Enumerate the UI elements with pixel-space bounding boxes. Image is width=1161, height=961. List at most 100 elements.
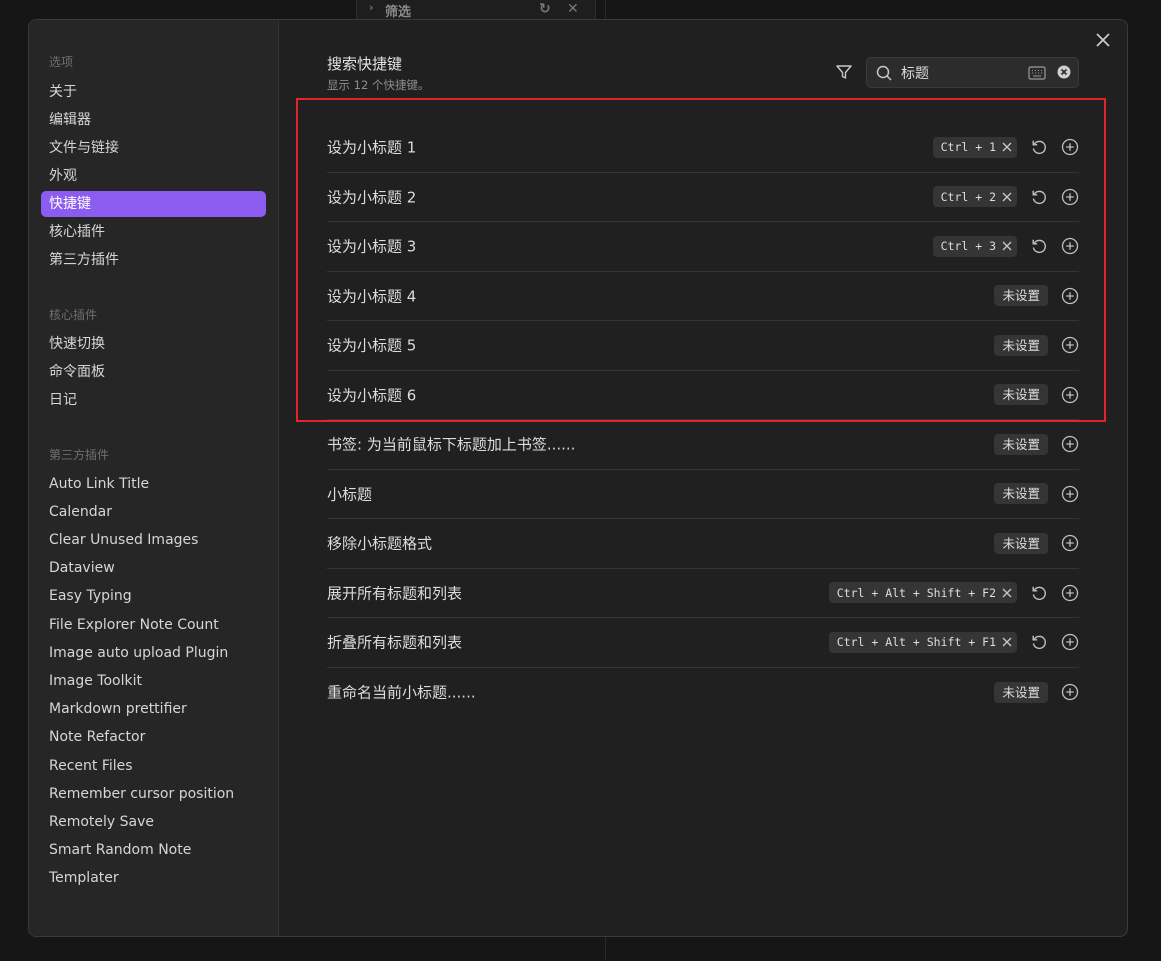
unset-badge: 未设置: [994, 285, 1048, 307]
unset-badge: 未设置: [994, 483, 1048, 505]
clear-search-icon[interactable]: [1057, 65, 1071, 79]
sidebar-item[interactable]: Dataview: [41, 555, 266, 581]
sidebar-item[interactable]: 外观: [41, 163, 266, 189]
add-hotkey-icon[interactable]: [1061, 138, 1079, 156]
reset-icon: ↻: [539, 1, 551, 17]
sidebar-item[interactable]: Recent Files: [41, 753, 266, 779]
sidebar-item[interactable]: Smart Random Note: [41, 837, 266, 863]
remove-hotkey-icon[interactable]: [1001, 141, 1013, 153]
add-hotkey-icon[interactable]: [1061, 386, 1079, 404]
sidebar-item[interactable]: Auto Link Title: [41, 471, 266, 497]
hotkey-badge[interactable]: Ctrl + Alt + Shift + F2: [828, 582, 1017, 604]
sidebar-item[interactable]: 编辑器: [41, 107, 266, 133]
add-hotkey-icon[interactable]: [1061, 336, 1079, 354]
restore-default-icon[interactable]: [1030, 584, 1048, 602]
hotkey-row: 设为小标题 1 Ctrl + 1: [327, 123, 1079, 173]
hotkey-controls: 未设置: [994, 532, 1079, 554]
sidebar-item[interactable]: Clear Unused Images: [41, 527, 266, 553]
sidebar-item[interactable]: Templater: [41, 865, 266, 891]
restore-default-icon[interactable]: [1030, 633, 1048, 651]
sidebar-item[interactable]: 命令面板: [41, 359, 266, 385]
hotkey-controls: Ctrl + Alt + Shift + F1: [828, 631, 1079, 653]
command-label: 设为小标题 2: [327, 188, 417, 207]
hotkey-controls: 未设置: [994, 384, 1079, 406]
hotkey-row: 重命名当前小标题...... 未设置: [327, 668, 1079, 718]
hotkey-controls: 未设置: [994, 483, 1079, 505]
sidebar-item[interactable]: 文件与链接: [41, 135, 266, 161]
sidebar-item[interactable]: Remotely Save: [41, 809, 266, 835]
restore-default-icon[interactable]: [1030, 237, 1048, 255]
restore-default-icon[interactable]: [1030, 188, 1048, 206]
add-hotkey-icon[interactable]: [1061, 287, 1079, 305]
filter-icon[interactable]: [835, 63, 853, 81]
hotkey-row: 小标题 未设置: [327, 470, 1079, 519]
sidebar-item[interactable]: File Explorer Note Count: [41, 612, 266, 638]
hotkey-badge[interactable]: Ctrl + 3: [932, 235, 1017, 257]
command-label: 设为小标题 6: [327, 386, 417, 405]
add-hotkey-icon[interactable]: [1061, 485, 1079, 503]
hotkey-controls: Ctrl + Alt + Shift + F2: [828, 582, 1079, 604]
add-hotkey-icon[interactable]: [1061, 435, 1079, 453]
sidebar-item[interactable]: 快速切换: [41, 331, 266, 357]
hotkey-controls: 未设置: [994, 433, 1079, 455]
sidebar-section-heading: 选项: [49, 55, 74, 69]
settings-sidebar: 选项 关于 编辑器 文件与链接 外观 快捷键 核心插件 第三方插件 核心插件 快速切换 命令面板 日记…: [29, 20, 279, 936]
command-label: 书签: 为当前鼠标下标题加上书签......: [327, 435, 576, 454]
add-hotkey-icon[interactable]: [1061, 584, 1079, 602]
settings-modal: 选项 关于 编辑器 文件与链接 外观 快捷键 核心插件 第三方插件 核心插件 快速切换 命令面板 日记…: [28, 19, 1128, 937]
close-icon: ✕: [567, 1, 579, 17]
sidebar-item[interactable]: Image auto upload Plugin: [41, 640, 266, 666]
search-icon: [876, 65, 892, 81]
sidebar-item[interactable]: 日记: [41, 387, 266, 413]
sidebar-item[interactable]: 核心插件: [41, 219, 266, 245]
remove-hotkey-icon[interactable]: [1001, 636, 1013, 648]
add-hotkey-icon[interactable]: [1061, 188, 1079, 206]
add-hotkey-icon[interactable]: [1061, 683, 1079, 701]
add-hotkey-icon[interactable]: [1061, 534, 1079, 552]
unset-badge: 未设置: [994, 681, 1048, 703]
search-input[interactable]: [901, 62, 1021, 83]
command-label: 折叠所有标题和列表: [327, 633, 463, 652]
remove-hotkey-icon[interactable]: [1001, 240, 1013, 252]
command-label: 设为小标题 5: [327, 336, 417, 355]
hotkey-row: 展开所有标题和列表 Ctrl + Alt + Shift + F2: [327, 569, 1079, 618]
hotkey-text: Ctrl + Alt + Shift + F1: [836, 635, 996, 650]
hotkey-controls: 未设置: [994, 334, 1079, 356]
remove-hotkey-icon[interactable]: [1001, 191, 1013, 203]
command-label: 设为小标题 3: [327, 237, 417, 256]
keyboard-icon[interactable]: [1028, 66, 1046, 80]
sidebar-item[interactable]: Remember cursor position: [41, 781, 266, 807]
command-label: 移除小标题格式: [327, 534, 433, 553]
sidebar-item[interactable]: Image Toolkit: [41, 668, 266, 694]
hotkey-badge[interactable]: Ctrl + 2: [932, 186, 1017, 208]
sidebar-item[interactable]: 第三方插件: [41, 247, 266, 273]
sidebar-item[interactable]: Note Refactor: [41, 724, 266, 750]
sidebar-item[interactable]: 关于: [41, 79, 266, 105]
remove-hotkey-icon[interactable]: [1001, 587, 1013, 599]
hotkey-row: 折叠所有标题和列表 Ctrl + Alt + Shift + F1: [327, 618, 1079, 668]
hotkey-count-text: 显示 12 个快捷键。: [327, 78, 430, 92]
command-label: 展开所有标题和列表: [327, 584, 463, 603]
unset-badge: 未设置: [994, 334, 1048, 356]
unset-badge: 未设置: [994, 532, 1048, 554]
hotkey-text: Ctrl + 2: [940, 189, 996, 204]
restore-default-icon[interactable]: [1030, 138, 1048, 156]
sidebar-item[interactable]: Calendar: [41, 499, 266, 525]
search-field[interactable]: [866, 57, 1079, 88]
command-label: 重命名当前小标题......: [327, 683, 476, 702]
add-hotkey-icon[interactable]: [1061, 237, 1079, 255]
command-label: 小标题: [327, 485, 373, 504]
sidebar-item[interactable]: Markdown prettifier: [41, 696, 266, 722]
chevron-right-icon: ›: [369, 1, 374, 14]
hotkey-row: 设为小标题 3 Ctrl + 3: [327, 222, 1079, 272]
hotkey-row: 移除小标题格式 未设置: [327, 519, 1079, 569]
hotkey-row: 设为小标题 4 未设置: [327, 272, 1079, 321]
hotkey-badge[interactable]: Ctrl + Alt + Shift + F1: [828, 631, 1017, 653]
hotkey-badge[interactable]: Ctrl + 1: [932, 136, 1017, 158]
sidebar-item[interactable]: Easy Typing: [41, 583, 266, 609]
add-hotkey-icon[interactable]: [1061, 633, 1079, 651]
hotkey-row: 设为小标题 2 Ctrl + 2: [327, 173, 1079, 222]
bg-filter-bar: › 筛选 ↻ ✕: [356, 0, 596, 20]
hotkey-controls: 未设置: [994, 681, 1079, 703]
sidebar-item[interactable]: 快捷键: [41, 191, 266, 217]
